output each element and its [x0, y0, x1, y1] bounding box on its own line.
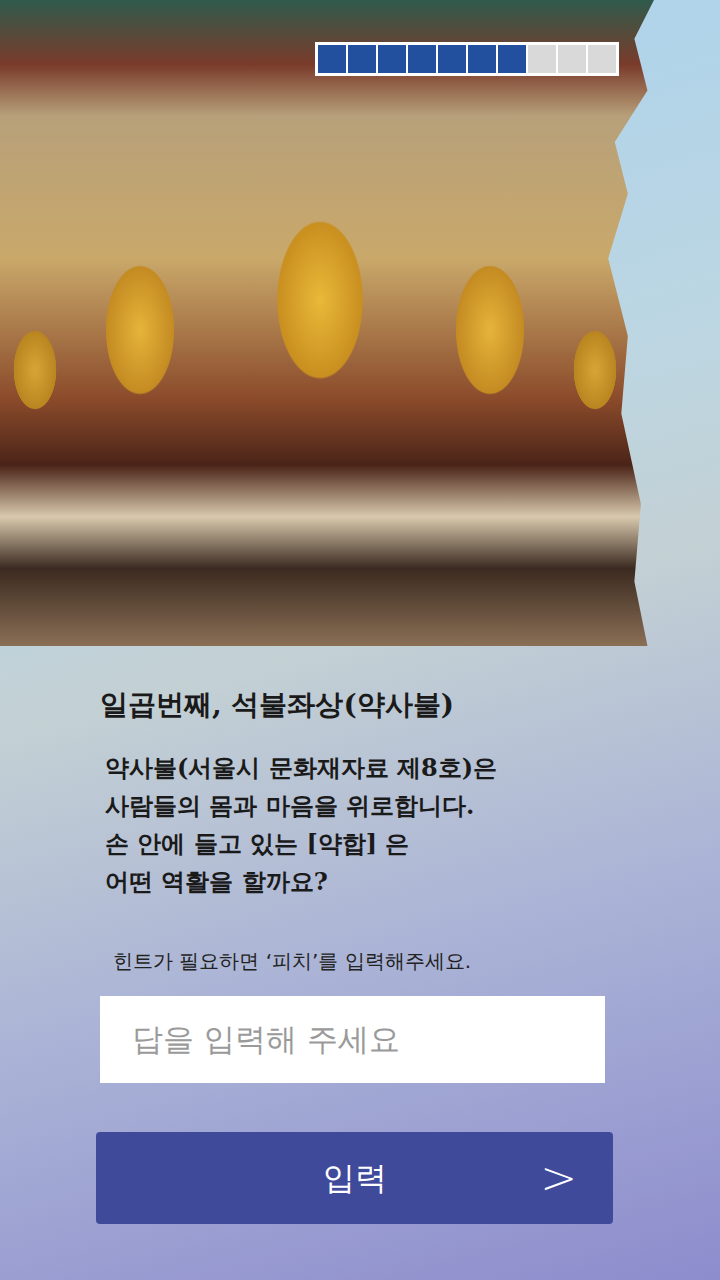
progress-step [408, 45, 436, 73]
progress-bar [315, 42, 619, 76]
progress-step [588, 45, 616, 73]
progress-step [558, 45, 586, 73]
progress-step [318, 45, 346, 73]
question-line: 손 안에 들고 있는 [약합] 은 [105, 825, 624, 863]
quiz-body: 일곱번째, 석불좌상(약사불) 약사불(서울시 문화재자료 제8호)은사람들의 몸… [0, 646, 720, 1224]
progress-step [498, 45, 526, 73]
question-line: 사람들의 몸과 마음을 위로합니다. [105, 787, 624, 825]
question-line: 약사불(서울시 문화재자료 제8호)은 [105, 749, 624, 787]
progress-step [378, 45, 406, 73]
submit-label: 입력 [323, 1154, 387, 1202]
arrow-icon: > [540, 1156, 577, 1200]
photo-area [0, 0, 720, 646]
progress-step [528, 45, 556, 73]
hint-text: 힌트가 필요하면 ‘피치’를 입력해주세요. [100, 946, 624, 976]
progress-step [438, 45, 466, 73]
quiz-question: 약사불(서울시 문화재자료 제8호)은사람들의 몸과 마음을 위로합니다.손 안… [100, 749, 624, 901]
submit-button[interactable]: 입력 > [96, 1132, 613, 1224]
progress-step [468, 45, 496, 73]
progress-step [348, 45, 376, 73]
answer-input[interactable] [100, 996, 605, 1083]
temple-photo [0, 0, 654, 646]
quiz-title: 일곱번째, 석불좌상(약사불) [100, 686, 624, 724]
question-line: 어떤 역활을 할까요? [105, 863, 624, 901]
